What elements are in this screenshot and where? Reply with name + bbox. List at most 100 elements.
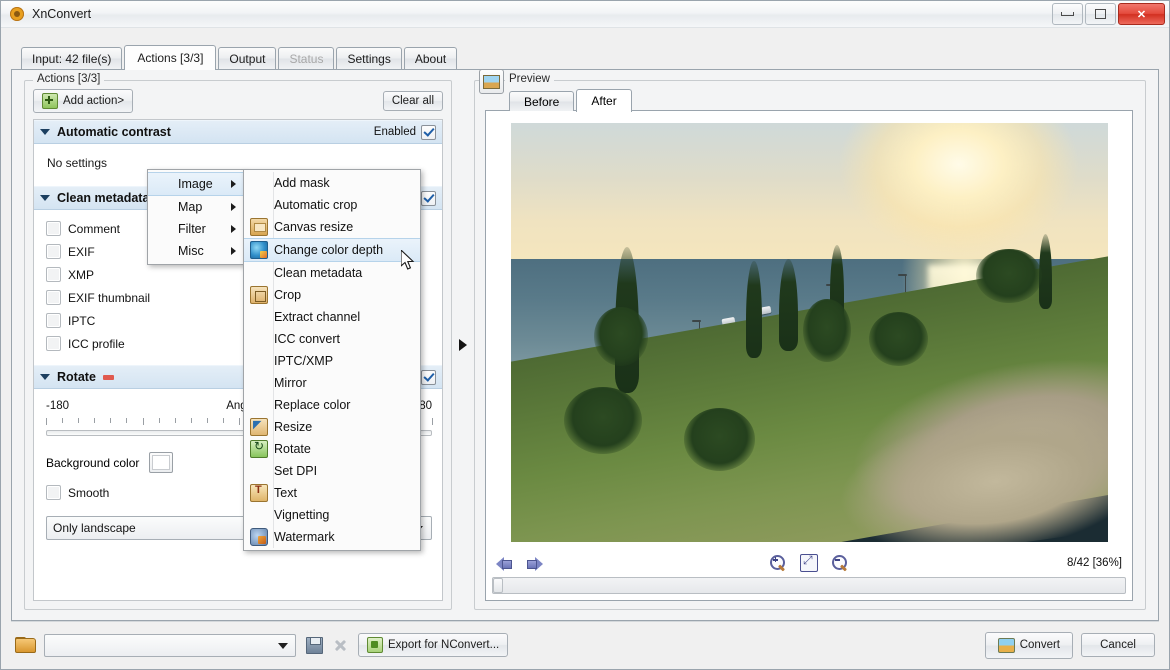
- tab-output[interactable]: Output: [218, 47, 276, 69]
- scrollbar-thumb[interactable]: [493, 578, 503, 593]
- menu-label: Resize: [274, 420, 312, 434]
- menu-label: Vignetting: [274, 508, 329, 522]
- tab-actions[interactable]: Actions [3/3]: [124, 45, 216, 70]
- menu-label: Canvas resize: [274, 220, 353, 234]
- enabled-label: Enabled: [374, 126, 416, 138]
- crop-icon: [250, 286, 268, 304]
- angle-min-label: -180: [46, 400, 69, 412]
- cancel-button[interactable]: Cancel: [1081, 633, 1155, 657]
- menu-label: ICC convert: [274, 332, 340, 346]
- enabled-checkbox[interactable]: [421, 191, 436, 206]
- enabled-checkbox[interactable]: [421, 125, 436, 140]
- menu-label: Rotate: [274, 442, 311, 456]
- minimize-button[interactable]: [1052, 3, 1083, 25]
- export-for-nconvert-button[interactable]: Export for NConvert...: [358, 633, 508, 657]
- menu-item-watermark[interactable]: Watermark: [244, 526, 420, 548]
- menu-item-resize[interactable]: Resize: [244, 416, 420, 438]
- menu-item-icc-convert[interactable]: ICC convert: [244, 328, 420, 350]
- add-action-label: Add action>: [63, 95, 124, 107]
- remove-action-icon[interactable]: [103, 375, 114, 380]
- menu-item-vignetting[interactable]: Vignetting: [244, 504, 420, 526]
- preview-image-area: [486, 111, 1132, 549]
- save-preset-icon[interactable]: [306, 637, 323, 654]
- action-header-automatic-contrast[interactable]: Automatic contrast Enabled: [34, 120, 442, 144]
- convert-icon: [998, 638, 1015, 653]
- xnconvert-window: XnConvert ✕ Input: 42 file(s) Actions [3…: [0, 0, 1170, 670]
- collapse-triangle-icon[interactable]: [40, 374, 50, 380]
- menu-item-iptc-xmp[interactable]: IPTC/XMP: [244, 350, 420, 372]
- main-tab-bar: Input: 42 file(s) Actions [3/3] Output S…: [1, 42, 1169, 69]
- menu-item-filter[interactable]: Filter: [148, 218, 244, 240]
- menu-item-canvas-resize[interactable]: Canvas resize: [244, 216, 420, 238]
- convert-button[interactable]: Convert: [985, 632, 1073, 659]
- delete-preset-icon[interactable]: [333, 638, 348, 653]
- next-image-icon[interactable]: [526, 556, 543, 571]
- icc-profile-checkbox[interactable]: [46, 336, 61, 351]
- maximize-button[interactable]: [1085, 3, 1116, 25]
- tab-before[interactable]: Before: [509, 91, 574, 111]
- menu-item-change-color-depth[interactable]: Change color depth: [244, 238, 420, 262]
- close-button[interactable]: ✕: [1118, 3, 1165, 25]
- tab-about[interactable]: About: [404, 47, 457, 69]
- menu-item-extract-channel[interactable]: Extract channel: [244, 306, 420, 328]
- pane-splitter[interactable]: [452, 70, 474, 620]
- preview-body: 8/42 [36%]: [485, 110, 1133, 601]
- smooth-checkbox[interactable]: [46, 485, 61, 500]
- menu-label: IPTC/XMP: [274, 354, 333, 368]
- collapse-pane-arrow-icon[interactable]: [459, 339, 467, 351]
- preset-combobox[interactable]: [44, 634, 296, 657]
- menu-label: Set DPI: [274, 464, 317, 478]
- preview-horizontal-scrollbar[interactable]: [492, 577, 1126, 594]
- action-title: Rotate: [57, 370, 96, 384]
- menu-label: Replace color: [274, 398, 350, 412]
- preview-photo: [511, 123, 1108, 542]
- menu-item-automatic-crop[interactable]: Automatic crop: [244, 194, 420, 216]
- menu-label: Clean metadata: [274, 266, 362, 280]
- exif-thumbnail-checkbox[interactable]: [46, 290, 61, 305]
- fit-to-window-icon[interactable]: [800, 554, 818, 572]
- window-controls: ✕: [1052, 3, 1165, 25]
- clear-all-button[interactable]: Clear all: [383, 91, 443, 111]
- tab-settings[interactable]: Settings: [336, 47, 401, 69]
- zoom-in-icon[interactable]: [770, 555, 786, 571]
- load-preset-icon[interactable]: [15, 637, 34, 653]
- collapse-triangle-icon[interactable]: [40, 129, 50, 135]
- checkbox-label: Comment: [68, 222, 120, 236]
- menu-item-crop[interactable]: Crop: [244, 284, 420, 306]
- collapse-triangle-icon[interactable]: [40, 195, 50, 201]
- menu-item-map[interactable]: Map: [148, 196, 244, 218]
- menu-item-rotate[interactable]: Rotate: [244, 438, 420, 460]
- exif-checkbox[interactable]: [46, 244, 61, 259]
- iptc-checkbox[interactable]: [46, 313, 61, 328]
- tab-after[interactable]: After: [576, 89, 631, 112]
- menu-label: Mirror: [274, 376, 307, 390]
- previous-image-icon[interactable]: [496, 556, 513, 571]
- checkbox-label: XMP: [68, 268, 94, 282]
- menu-item-replace-color[interactable]: Replace color: [244, 394, 420, 416]
- background-color-swatch[interactable]: [149, 452, 173, 473]
- zoom-out-icon[interactable]: [832, 555, 848, 571]
- menu-item-add-mask[interactable]: Add mask: [244, 172, 420, 194]
- zoom-status-label: 8/42 [36%]: [1067, 557, 1122, 569]
- enabled-checkbox[interactable]: [421, 370, 436, 385]
- preview-tab-bar: Before After: [509, 89, 1133, 111]
- menu-item-set-dpi[interactable]: Set DPI: [244, 460, 420, 482]
- menu-item-image[interactable]: Image: [148, 172, 244, 196]
- checkbox-label: ICC profile: [68, 337, 125, 351]
- convert-label: Convert: [1020, 639, 1060, 651]
- comment-checkbox[interactable]: [46, 221, 61, 236]
- menu-label: Change color depth: [274, 243, 383, 257]
- chevron-down-icon: [278, 643, 288, 649]
- chevron-right-icon: [231, 180, 236, 188]
- chevron-right-icon: [231, 225, 236, 233]
- menu-item-misc[interactable]: Misc: [148, 240, 244, 262]
- xmp-checkbox[interactable]: [46, 267, 61, 282]
- tab-input[interactable]: Input: 42 file(s): [21, 47, 122, 69]
- preview-pane: Preview Before After: [474, 70, 1158, 620]
- watermark-icon: [250, 528, 268, 546]
- menu-item-mirror[interactable]: Mirror: [244, 372, 420, 394]
- menu-item-text[interactable]: Text: [244, 482, 420, 504]
- checkbox-label: Smooth: [68, 486, 109, 500]
- menu-item-clean-metadata[interactable]: Clean metadata: [244, 262, 420, 284]
- add-action-button[interactable]: Add action>: [33, 89, 133, 113]
